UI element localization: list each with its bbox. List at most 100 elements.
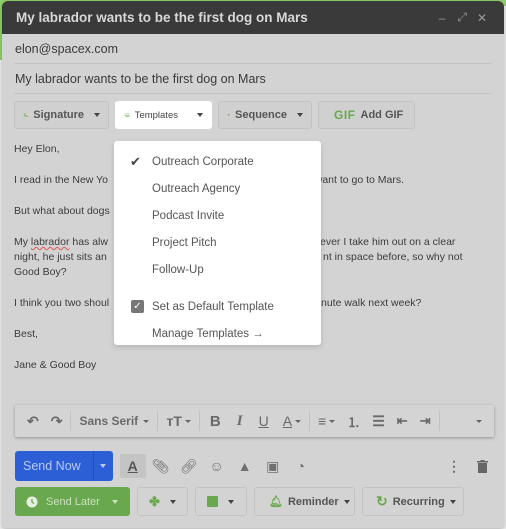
body-text-fragment: nt in space before, so why not bbox=[323, 251, 463, 263]
template-label: Podcast Invite bbox=[152, 209, 225, 222]
send-later-toolbar: Send Later ✤ 🔔︎ Reminder ↻ Recurring bbox=[15, 487, 464, 516]
compose-titlebar[interactable]: My labrador wants to be the first dog on… bbox=[2, 1, 504, 34]
body-text-fragment: ever I take him out on a clear bbox=[320, 236, 456, 248]
addons-button[interactable]: ✤ bbox=[137, 487, 188, 516]
italic-button[interactable]: I bbox=[229, 413, 251, 430]
toolbar-divider bbox=[309, 411, 311, 431]
text-size-icon: ᴛT bbox=[166, 413, 182, 429]
send-arrow-icon bbox=[227, 113, 230, 117]
recurring-button[interactable]: ↻ Recurring bbox=[362, 487, 464, 516]
underline-button[interactable]: U bbox=[251, 413, 277, 429]
template-item-project-pitch[interactable]: Project Pitch bbox=[114, 229, 321, 256]
recurring-label: Recurring bbox=[392, 495, 445, 508]
template-label: Outreach Agency bbox=[152, 182, 241, 195]
text-color-button[interactable]: A bbox=[277, 413, 307, 429]
body-text-fragment: I think you two shoul bbox=[14, 297, 110, 309]
trash-icon[interactable] bbox=[469, 454, 495, 478]
chevron-down-icon bbox=[329, 419, 336, 423]
puzzle-icon: ✤ bbox=[149, 493, 160, 509]
chevron-down-icon bbox=[112, 499, 118, 504]
manage-templates-link[interactable]: Manage Templates → bbox=[114, 320, 321, 347]
more-options-icon[interactable]: ⋮ bbox=[441, 454, 467, 478]
reminder-label: Reminder bbox=[287, 495, 339, 508]
numbered-list-icon[interactable]: ⒈ bbox=[341, 412, 366, 431]
bell-icon: 🔔︎ bbox=[269, 496, 283, 508]
formatting-options-icon[interactable]: A bbox=[119, 454, 146, 478]
expand-icon[interactable]: ⤢ bbox=[452, 10, 472, 25]
chevron-down-icon bbox=[343, 499, 350, 504]
chevron-down-icon bbox=[94, 113, 100, 117]
emoji-icon[interactable]: ☺ bbox=[204, 454, 230, 478]
send-now-button[interactable]: Send Now bbox=[15, 451, 93, 481]
sequence-label: Sequence bbox=[235, 109, 287, 121]
subject-value: My labrador wants to be the first dog on… bbox=[15, 71, 266, 86]
confidential-mode-icon[interactable]: ◔ bbox=[288, 454, 314, 478]
body-text-fragment: has alw bbox=[69, 236, 108, 248]
signature-label: Signature bbox=[33, 109, 84, 121]
send-toolbar: Send Now A 📎︎ 🔗︎ ☺ ▲ ▣ ◔ ⋮ bbox=[15, 451, 495, 481]
window-title: My labrador wants to be the first dog on… bbox=[16, 10, 308, 25]
reminder-button[interactable]: 🔔︎ Reminder bbox=[254, 487, 355, 516]
chevron-down-icon bbox=[297, 113, 303, 117]
bulleted-list-icon[interactable]: ☰ bbox=[366, 413, 391, 430]
align-left-icon: ≡ bbox=[318, 413, 327, 429]
link-icon[interactable]: 🔗︎ bbox=[176, 454, 202, 478]
checkmark-icon: ✔ bbox=[130, 153, 141, 169]
chevron-down-icon bbox=[228, 499, 234, 504]
align-button[interactable]: ≡ bbox=[312, 413, 341, 429]
to-value: elon@spacex.com bbox=[15, 41, 119, 56]
send-now-button-group: Send Now bbox=[15, 451, 113, 481]
body-text-fragment: My bbox=[14, 236, 31, 248]
font-family-value: Sans Serif bbox=[79, 414, 139, 428]
chevron-down-icon bbox=[184, 419, 191, 423]
text-color-icon: A bbox=[282, 413, 293, 429]
redo-icon[interactable]: ↷ bbox=[45, 413, 69, 430]
toolbar-divider bbox=[157, 411, 159, 431]
font-family-select[interactable]: Sans Serif bbox=[73, 414, 155, 428]
more-formatting-button[interactable] bbox=[467, 419, 488, 423]
signature-button[interactable]: Signature bbox=[14, 101, 109, 129]
send-later-button[interactable]: Send Later bbox=[15, 487, 130, 516]
gif-icon: GIF bbox=[334, 108, 356, 122]
undo-icon[interactable]: ↶ bbox=[21, 413, 45, 430]
subject-field[interactable]: My labrador wants to be the first dog on… bbox=[14, 64, 492, 94]
templates-dropdown: ✔ Outreach Corporate Outreach Agency Pod… bbox=[114, 141, 321, 345]
font-size-button[interactable]: ᴛT bbox=[160, 413, 196, 429]
template-label: Follow-Up bbox=[152, 263, 204, 276]
attachment-icon[interactable]: 📎︎ bbox=[148, 454, 174, 478]
chevron-down-icon bbox=[449, 499, 456, 504]
checkbox-checked-icon[interactable]: ✓ bbox=[131, 300, 144, 313]
template-item-outreach-agency[interactable]: Outreach Agency bbox=[114, 175, 321, 202]
body-signature: Jane & Good Boy bbox=[14, 359, 97, 371]
clock-icon bbox=[26, 496, 38, 507]
sequence-button[interactable]: Sequence bbox=[218, 101, 312, 129]
template-item-outreach-corporate[interactable]: ✔ Outreach Corporate bbox=[114, 148, 321, 175]
minimize-icon[interactable]: – bbox=[432, 11, 452, 25]
chevron-down-icon bbox=[476, 419, 482, 423]
body-text-fragment: nute walk next week? bbox=[321, 297, 422, 309]
templates-button[interactable]: Templates bbox=[115, 101, 212, 129]
indent-more-icon[interactable]: ⇥ bbox=[414, 413, 437, 429]
misspelled-word[interactable]: labrador bbox=[31, 236, 70, 248]
bold-button[interactable]: B bbox=[202, 413, 229, 430]
chevron-down-icon bbox=[100, 464, 107, 468]
body-text-fragment: I read in the New Yo bbox=[14, 174, 108, 186]
close-icon[interactable]: ✕ bbox=[472, 11, 492, 25]
signature-icon bbox=[23, 112, 29, 117]
add-gif-label: Add GIF bbox=[360, 109, 404, 121]
photo-icon[interactable]: ▣ bbox=[260, 454, 286, 478]
drive-icon[interactable]: ▲ bbox=[232, 454, 258, 478]
extension-toolbar: Signature Templates Sequence GIF Add GIF bbox=[14, 101, 415, 129]
template-item-podcast-invite[interactable]: Podcast Invite bbox=[114, 202, 321, 229]
toolbar-divider bbox=[438, 411, 440, 431]
send-options-button[interactable] bbox=[92, 451, 113, 481]
to-field[interactable]: elon@spacex.com bbox=[14, 34, 492, 64]
manage-templates-label: Manage Templates → bbox=[152, 327, 264, 340]
add-gif-button[interactable]: GIF Add GIF bbox=[318, 101, 415, 129]
menu-divider bbox=[114, 283, 321, 293]
indent-less-icon[interactable]: ⇤ bbox=[391, 413, 414, 429]
template-item-follow-up[interactable]: Follow-Up bbox=[114, 256, 321, 283]
set-default-template-checkbox[interactable]: ✓ Set as Default Template bbox=[114, 293, 321, 320]
body-text-fragment: Good Boy? bbox=[14, 266, 67, 278]
notes-button[interactable] bbox=[195, 487, 247, 516]
